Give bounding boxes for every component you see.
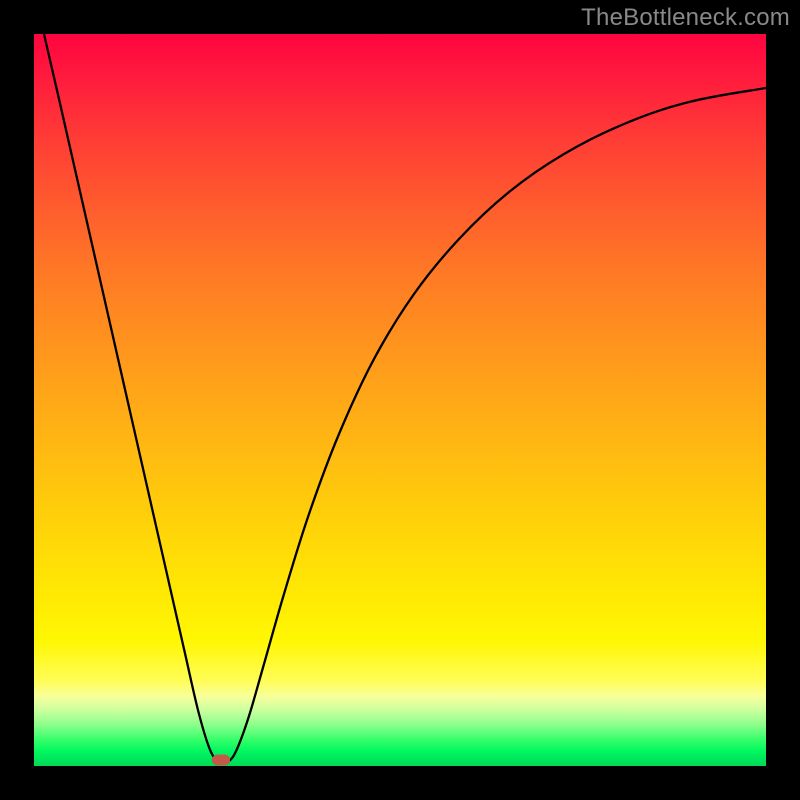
watermark-text: TheBottleneck.com (581, 4, 790, 32)
minimum-marker (212, 755, 230, 766)
figure-container: TheBottleneck.com (0, 0, 800, 800)
plot-area (34, 34, 766, 766)
bottleneck-curve (44, 34, 766, 763)
line-chart (34, 34, 766, 766)
